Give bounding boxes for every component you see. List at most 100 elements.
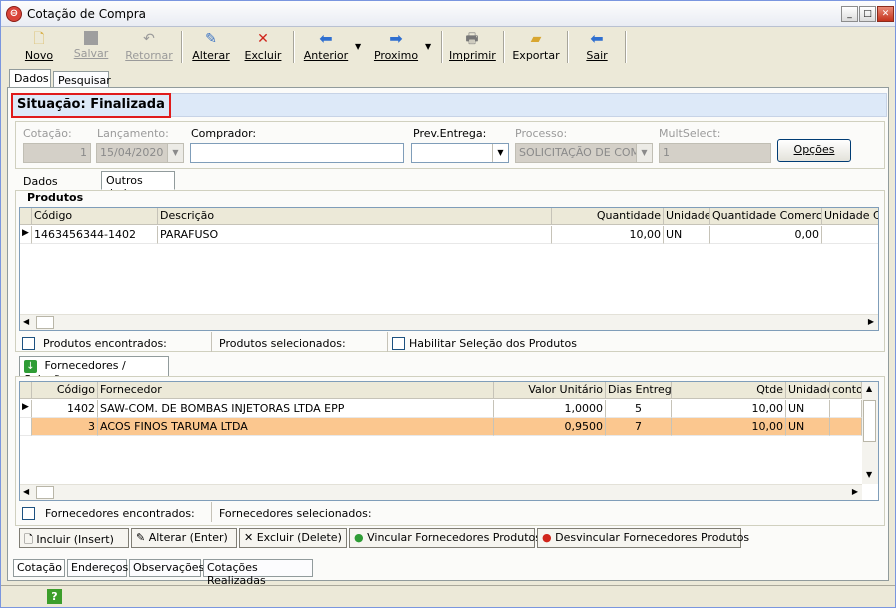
salvar-label: Salvar: [73, 47, 109, 60]
cotacao-field[interactable]: 1: [23, 143, 91, 163]
scroll-left-icon[interactable]: ◀: [23, 487, 29, 496]
main-window: ⊖ Cotação de Compra _ □ ✕ 🗋 Novo Salvar …: [0, 0, 896, 608]
col-quantidade-comercial[interactable]: Quantidade Comercial: [710, 208, 822, 225]
tab-dados[interactable]: Dados: [9, 69, 51, 88]
multselect-field[interactable]: 1: [659, 143, 771, 163]
col-desconto[interactable]: conto: [830, 382, 862, 399]
vincular-button[interactable]: ● Vincular Fornecedores Produtos: [349, 528, 541, 548]
produtos-encontrados-checkbox[interactable]: [22, 337, 35, 350]
scroll-right-icon[interactable]: ▶: [852, 487, 858, 496]
tab-enderecos[interactable]: Endereços: [67, 559, 128, 577]
fornecedores-encontrados-label: Fornecedores encontrados:: [45, 507, 195, 520]
cell-valor: 0,9500: [494, 418, 606, 436]
table-row[interactable]: 3 ACOS FINOS TARUMA LTDA 0,9500 7 10,00 …: [20, 418, 862, 436]
scroll-left-icon[interactable]: ◀: [23, 317, 29, 326]
minimize-button[interactable]: _: [841, 6, 858, 22]
imprimir-button[interactable]: 🖶 Imprimir: [449, 28, 496, 66]
maximize-button[interactable]: □: [859, 6, 876, 22]
tab-outros-dados[interactable]: Outros dados: [101, 171, 175, 200]
fornecedores-hscrollbar[interactable]: ◀ ▶: [20, 484, 862, 500]
prev-entrega-dropdown-icon[interactable]: ▼: [492, 144, 508, 162]
cell-qtde: 10,00: [672, 418, 786, 436]
col-descricao[interactable]: Descrição: [158, 208, 552, 225]
table-row[interactable]: ▶ 1463456344-1402 PARAFUSO 10,00 UN 0,00: [20, 226, 878, 244]
fornecedores-vscrollbar[interactable]: ▲ ▼: [862, 382, 878, 484]
prev-entrega-label: Prev.Entrega:: [413, 127, 487, 140]
vincular-label: Vincular Fornecedores Produtos: [367, 531, 541, 544]
delete-icon: ✕: [257, 31, 269, 47]
col-dias-entrega[interactable]: Dias Entrega: [606, 382, 672, 399]
produtos-encontrados-label: Produtos encontrados:: [43, 337, 167, 350]
proximo-dropdown-icon[interactable]: ▼: [425, 42, 431, 51]
col-unidade-co[interactable]: Unidade Co: [822, 208, 878, 225]
tab-fornecedores-selecao[interactable]: ↓ Fornecedores / Seleção: [19, 356, 169, 386]
alterar-enter-button[interactable]: ✎ Alterar (Enter): [131, 528, 237, 548]
toolbar-separator: [503, 31, 505, 63]
habilitar-selecao-checkbox[interactable]: [392, 337, 405, 350]
help-icon[interactable]: ?: [47, 589, 62, 604]
tab-observacoes[interactable]: Observações: [129, 559, 204, 577]
undo-icon: ↶: [143, 31, 155, 47]
scroll-right-icon[interactable]: ▶: [868, 317, 874, 326]
cell-fornecedor: ACOS FINOS TARUMA LTDA: [98, 418, 494, 436]
col-qtde[interactable]: Qtde: [672, 382, 786, 399]
col-quantidade[interactable]: Quantidade: [552, 208, 664, 225]
row-indicator: [20, 418, 32, 436]
anterior-dropdown-icon[interactable]: ▼: [355, 42, 361, 51]
cell-desconto: [830, 400, 862, 418]
novo-button[interactable]: 🗋 Novo: [17, 28, 61, 66]
processo-field[interactable]: SOLICITAÇÃO DE COM ▼: [515, 143, 653, 163]
lancamento-dropdown-icon[interactable]: ▼: [167, 144, 183, 162]
scroll-thumb[interactable]: [36, 316, 54, 329]
fornecedores-selecionados-label: Fornecedores selecionados:: [219, 507, 372, 520]
col-unidade[interactable]: Unidade: [664, 208, 710, 225]
desvincular-button[interactable]: ● Desvincular Fornecedores Produtos: [537, 528, 749, 548]
exportar-button[interactable]: ▰ Exportar: [511, 28, 561, 66]
row-pointer-icon: ▶: [20, 400, 32, 418]
folder-export-icon: ▰: [530, 31, 542, 47]
sair-button[interactable]: ⬅ Sair: [575, 28, 619, 66]
cell-valor: 1,0000: [494, 400, 606, 418]
col-fornecedor[interactable]: Fornecedor: [98, 382, 494, 399]
col-valor-unitario[interactable]: Valor Unitário: [494, 382, 606, 399]
salvar-button[interactable]: Salvar: [69, 28, 113, 66]
lancamento-field[interactable]: 15/04/2020 ▼: [96, 143, 184, 163]
cell-qtd-comercial: 0,00: [710, 226, 822, 244]
fornecedores-encontrados-checkbox[interactable]: [22, 507, 35, 520]
comprador-field[interactable]: [190, 143, 404, 163]
col-codigo[interactable]: Código: [32, 208, 158, 225]
scroll-thumb[interactable]: [863, 400, 876, 442]
tab-pesquisar[interactable]: Pesquisar: [53, 71, 111, 88]
toolbar-separator: [293, 31, 295, 63]
prev-entrega-field[interactable]: ▼: [411, 143, 509, 163]
produtos-selecionados-label: Produtos selecionados:: [219, 337, 346, 350]
anterior-button[interactable]: ⬅ Anterior: [301, 28, 351, 66]
cell-desconto: [830, 418, 862, 436]
excluir-delete-button[interactable]: ✕ Excluir (Delete): [239, 528, 347, 548]
title-bar: ⊖ Cotação de Compra _ □ ✕: [1, 1, 895, 27]
scroll-down-icon[interactable]: ▼: [866, 470, 872, 479]
divider: [211, 502, 212, 522]
fornecedores-grid: Código Fornecedor Valor Unitário Dias En…: [19, 381, 879, 501]
opcoes-button[interactable]: Opções: [777, 139, 851, 162]
col-codigo[interactable]: Código: [32, 382, 98, 399]
tab-dados-comuns[interactable]: Dados comuns: [19, 173, 99, 201]
table-row[interactable]: ▶ 1402 SAW-COM. DE BOMBAS INJETORAS LTDA…: [20, 400, 862, 418]
scroll-up-icon[interactable]: ▲: [866, 384, 872, 393]
col-unidade[interactable]: Unidade: [786, 382, 830, 399]
delete-icon: ✕: [244, 531, 254, 544]
scroll-thumb[interactable]: [36, 486, 54, 499]
comprador-label: Comprador:: [191, 127, 257, 140]
excluir-label: Excluir: [244, 49, 282, 62]
tab-cotacao[interactable]: Cotação: [13, 559, 65, 577]
produtos-hscrollbar[interactable]: ◀ ▶: [20, 314, 878, 330]
excluir-button[interactable]: ✕ Excluir: [241, 28, 285, 66]
arrow-left-icon: ⬅: [319, 29, 333, 48]
alterar-button[interactable]: ✎ Alterar: [189, 28, 233, 66]
close-button[interactable]: ✕: [877, 6, 894, 22]
retornar-button[interactable]: ↶ Retornar: [123, 28, 175, 66]
processo-dropdown-icon[interactable]: ▼: [636, 144, 652, 162]
proximo-button[interactable]: ➡ Proximo: [371, 28, 421, 66]
tab-cotacoes-realizadas[interactable]: Cotações Realizadas: [203, 559, 313, 587]
incluir-button[interactable]: 🗋 Incluir (Insert): [19, 528, 129, 548]
